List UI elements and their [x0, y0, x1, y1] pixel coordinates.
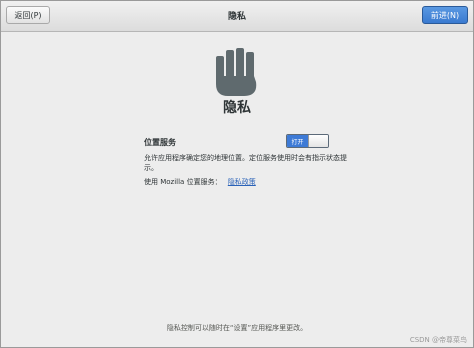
mozilla-location-text: 使用 Mozilla 位置服务：	[144, 178, 222, 186]
header-title: 隐私	[227, 12, 246, 22]
hand-icon	[216, 48, 257, 96]
footer-note: 隐私控制可以随时在“设置”应用程序里更改。	[166, 324, 308, 332]
header-bar: 返回(P) 隐私 前进(N)	[1, 1, 473, 32]
watermark: CSDN @帝尊菜鸟	[409, 336, 467, 344]
mozilla-location-line: 使用 Mozilla 位置服务： 隐私政策	[144, 177, 256, 187]
privacy-policy-link[interactable]: 隐私政策	[228, 178, 256, 186]
switch-on-label: 打开	[287, 135, 308, 147]
switch-knob	[308, 135, 328, 147]
next-button[interactable]: 前进(N)	[422, 6, 468, 24]
location-services-label: 位置服务	[144, 138, 176, 147]
location-description: 允许应用程序确定您的地理位置。定位服务使用时会有指示状态提示。	[144, 154, 347, 172]
page-title: 隐私	[223, 100, 251, 116]
location-services-switch[interactable]: 打开	[286, 134, 329, 148]
setup-window: 返回(P) 隐私 前进(N) 隐私 位置服务 打开 允许应用程序确定您的地理位置…	[0, 0, 474, 348]
